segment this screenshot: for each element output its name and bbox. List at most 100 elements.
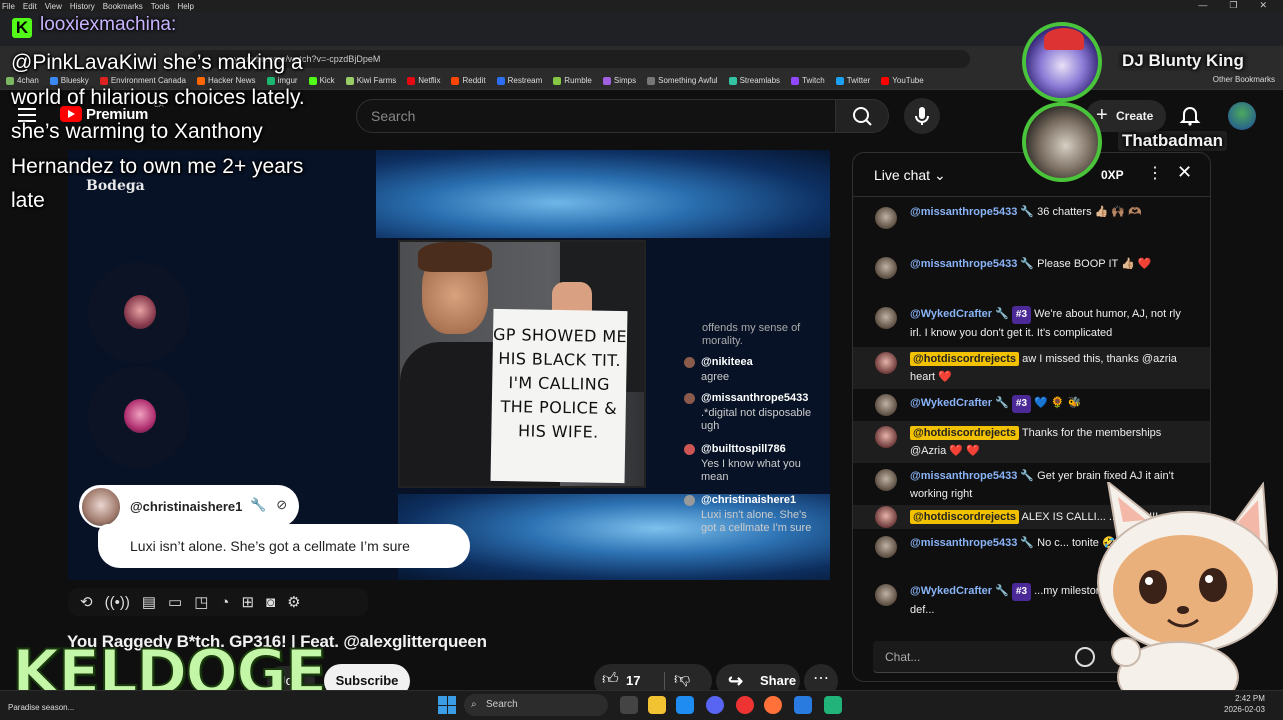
bookmark-item[interactable]: Rumble xyxy=(553,76,592,85)
bookmark-label: Rumble xyxy=(564,76,592,85)
clock-date: 2026-02-03 xyxy=(1224,705,1265,714)
chat-username[interactable]: @missanthrope5433 xyxy=(910,537,1017,549)
voice-search-button[interactable] xyxy=(904,98,940,134)
other-bookmarks[interactable]: Other Bookmarks xyxy=(1213,75,1275,84)
chevron-down-icon: ⌄ xyxy=(933,167,946,183)
chat-username[interactable]: @missanthrope5433 xyxy=(910,470,1017,482)
search-input[interactable]: Search xyxy=(356,99,836,133)
chat-message: @hotdiscordrejects aw I missed this, tha… xyxy=(853,347,1210,389)
loop-icon[interactable]: ⟲ xyxy=(80,593,93,611)
close-window-icon[interactable]: ✕ xyxy=(1259,0,1267,12)
chat-username[interactable]: @hotdiscordrejects xyxy=(910,352,1020,366)
taskbar-weather[interactable]: Paradise season... xyxy=(8,703,74,712)
settings-gear-icon[interactable]: ⚙ xyxy=(287,593,300,611)
chat-username[interactable]: @WykedCrafter xyxy=(910,308,992,320)
bookmark-favicon-icon xyxy=(407,76,416,85)
search-button[interactable] xyxy=(835,99,889,133)
ocean-background-top xyxy=(376,150,830,238)
overlay-chat-fade-text: offends my sense of morality. xyxy=(702,322,801,347)
bookmark-item[interactable]: YouTube xyxy=(881,76,924,85)
chat-username[interactable]: @missanthrope5433 xyxy=(910,258,1017,270)
chat-text: 💙 🌻 🐝 xyxy=(1034,397,1082,409)
menu-history[interactable]: History xyxy=(70,2,95,11)
overlay-chat-user: @nikiteea xyxy=(701,356,753,368)
chat-text: Please BOOP IT 👍🏼 ❤️ xyxy=(1037,258,1152,270)
subtitles-icon[interactable]: ▤ xyxy=(142,593,156,611)
overlay-avatar xyxy=(684,393,695,404)
chat-avatar xyxy=(875,506,897,528)
minimize-icon[interactable]: — xyxy=(1198,0,1207,12)
bookmark-item[interactable]: Twitter xyxy=(835,76,870,85)
bookmark-label: Something Awful xyxy=(658,76,718,85)
bookmark-item[interactable]: Kiwi Farms xyxy=(345,76,396,85)
bookmark-item[interactable]: Something Awful xyxy=(647,76,718,85)
featured-comment-bubble: Luxi isn’t alone. She’s got a cellmate I… xyxy=(98,524,470,568)
screenshot-icon[interactable]: ◙ xyxy=(266,594,275,611)
chat-username[interactable]: @hotdiscordrejects xyxy=(910,510,1020,524)
xp-counter: 0XP xyxy=(1101,168,1124,182)
app-icon[interactable] xyxy=(736,696,754,714)
taskbar-clock[interactable]: 2:42 PM 2026-02-03 xyxy=(1224,693,1265,715)
miniplayer-icon[interactable]: ◳ xyxy=(194,593,208,611)
taskbar-search[interactable]: ⌕ Search xyxy=(464,694,608,716)
bookmark-item[interactable]: Simps xyxy=(602,76,636,85)
bookmark-favicon-icon xyxy=(881,76,890,85)
alert-message: @PinkLavaKiwi she’s making a world of hi… xyxy=(11,51,305,212)
audio-icon[interactable]: ((•)) xyxy=(105,594,130,611)
bookmark-item[interactable]: Netflix xyxy=(407,76,440,85)
chat-username[interactable]: @WykedCrafter xyxy=(910,397,992,409)
live-chat-title[interactable]: Live chat ⌄ xyxy=(874,167,946,184)
menu-bookmarks[interactable]: Bookmarks xyxy=(103,2,143,11)
bookmark-item[interactable]: Twitch xyxy=(791,76,825,85)
chat-menu-icon[interactable]: ⋮ xyxy=(1147,163,1163,183)
chat-avatar xyxy=(875,207,897,229)
file-explorer-icon[interactable] xyxy=(648,696,666,714)
task-view-icon[interactable] xyxy=(620,696,638,714)
thumbs-up-icon[interactable]: 👍︎ xyxy=(602,670,619,689)
bookmark-label: Streamlabs xyxy=(739,76,781,85)
streamlabs-icon[interactable] xyxy=(824,696,842,714)
bookmark-label: Kick xyxy=(319,76,335,85)
windows-start-icon[interactable] xyxy=(438,696,456,714)
discord-icon[interactable] xyxy=(706,696,724,714)
menu-tools[interactable]: Tools xyxy=(151,2,170,11)
bookmark-item[interactable]: Reddit xyxy=(451,76,486,85)
bookmark-label: Twitch xyxy=(802,76,825,85)
theater-icon[interactable]: ▭ xyxy=(168,593,182,611)
featured-photo: GP SHOWED ME HIS BLACK TIT. I'M CALLING … xyxy=(398,240,646,488)
account-avatar[interactable] xyxy=(1228,102,1256,130)
bookmark-item[interactable]: Streamlabs xyxy=(728,76,781,85)
menu-view[interactable]: View xyxy=(45,2,62,11)
search-icon xyxy=(853,107,872,126)
chat-username[interactable]: @hotdiscordrejects xyxy=(910,426,1020,440)
notifications-button[interactable] xyxy=(1178,103,1202,127)
close-chat-icon[interactable]: ✕ xyxy=(1177,162,1192,183)
firefox-icon[interactable] xyxy=(764,696,782,714)
like-count[interactable]: 17 xyxy=(626,673,640,688)
thumbs-down-icon[interactable]: 👎︎ xyxy=(674,670,690,689)
wrench-badge-icon: 🔧 xyxy=(1020,470,1035,482)
search-icon: ⌕ xyxy=(471,699,477,710)
chat-avatar xyxy=(875,469,897,491)
photo-hair xyxy=(418,242,492,272)
maximize-icon[interactable]: ❐ xyxy=(1229,0,1237,12)
overlay-chat-text: agree xyxy=(701,371,730,383)
menu-file[interactable]: File xyxy=(2,2,15,11)
member-badge: #3 xyxy=(1011,306,1032,324)
menu-edit[interactable]: Edit xyxy=(23,2,37,11)
add-icon[interactable]: ⊞ xyxy=(241,593,254,611)
dj-name-2: Thatbadman xyxy=(1118,131,1228,151)
chat-username[interactable]: @WykedCrafter xyxy=(910,585,992,597)
wrench-badge-icon: 🔧 xyxy=(995,397,1009,409)
bookmark-item[interactable]: Kick xyxy=(308,76,335,85)
app-icon[interactable] xyxy=(794,696,812,714)
guest-avatar xyxy=(124,399,156,433)
bookmark-favicon-icon xyxy=(451,76,460,85)
microphone-icon xyxy=(915,107,929,125)
speed-icon[interactable]: ◔ xyxy=(220,594,229,611)
copilot-icon[interactable] xyxy=(676,696,694,714)
menu-help[interactable]: Help xyxy=(177,2,193,11)
cat-mascot-image xyxy=(1097,482,1278,702)
chat-username[interactable]: @missanthrope5433 xyxy=(910,206,1017,218)
bookmark-item[interactable]: Restream xyxy=(496,76,542,85)
